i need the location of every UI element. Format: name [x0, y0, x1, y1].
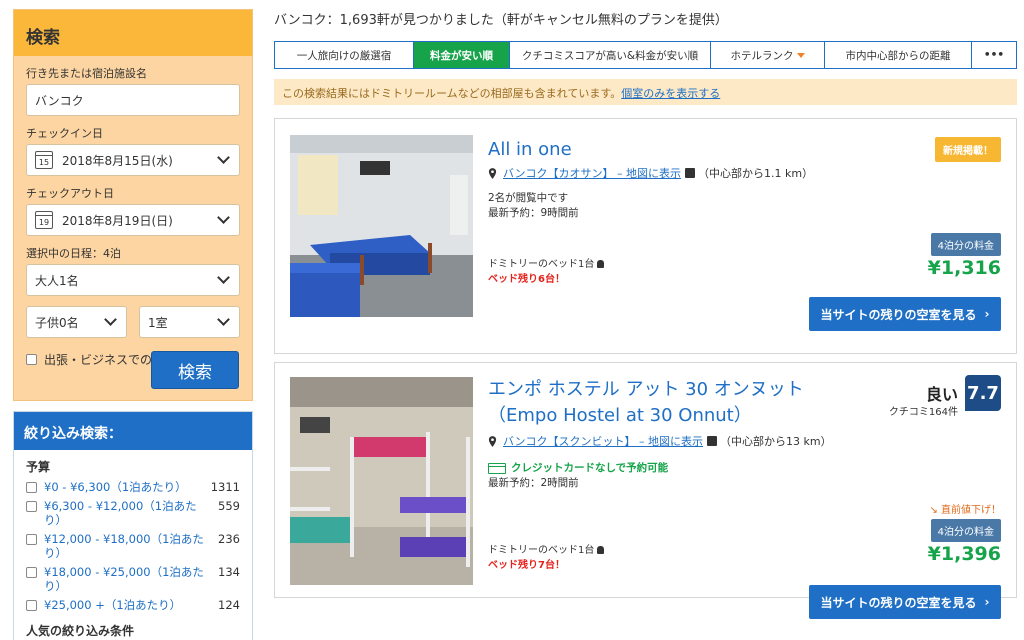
budget-heading: 予算: [26, 460, 51, 474]
tab-solo-travel[interactable]: 一人旅向けの厳選宿: [275, 42, 414, 68]
budget-option[interactable]: ¥18,000 - ¥25,000（1泊あたり） 134: [26, 565, 240, 593]
dropdown-triangle-icon: [796, 52, 805, 58]
hotel-card: エンポ ホステル アット 30 オンヌット（Empo Hostel at 30 …: [274, 362, 1017, 619]
rating-word: 良い: [925, 385, 958, 404]
price: ¥1,396: [927, 543, 1001, 565]
price-label: 4泊分の料金: [930, 519, 1001, 542]
see-rooms-button[interactable]: 当サイトの残りの空室を見る ›: [809, 297, 1001, 331]
destination-input[interactable]: バンコク: [26, 84, 240, 116]
business-checkbox[interactable]: [26, 354, 37, 365]
map-link[interactable]: バンコク【カオサン】 – 地図に表示: [503, 165, 681, 181]
budget-option[interactable]: ¥0 - ¥6,300（1泊あたり） 1311: [26, 480, 240, 494]
hotel-activity: クレジットカードなしで予約可能 最新予約：2時間前: [488, 462, 669, 489]
checkbox[interactable]: [26, 482, 37, 493]
hotel-activity: 2名が閲覧中です 最新予約：9時間前: [488, 192, 579, 219]
price: ¥1,316: [927, 257, 1001, 279]
rating-score-badge: 7.7: [965, 375, 1001, 411]
price-drop-badge: ↘ 直前値下げ！: [929, 505, 1001, 516]
checkout-select[interactable]: 19 2018年8月19日(日): [26, 204, 240, 236]
children-select[interactable]: 子供0名: [26, 306, 127, 338]
price-label: 4泊分の料金: [930, 233, 1001, 256]
tab-hotel-rank[interactable]: ホテルランク: [711, 42, 825, 68]
budget-option[interactable]: ¥6,300 - ¥12,000（1泊あたり） 559: [26, 499, 240, 527]
checkbox[interactable]: [26, 501, 37, 512]
credit-card-icon: [488, 463, 506, 474]
tab-distance[interactable]: 市内中心部からの距離: [825, 42, 972, 68]
more-tabs-button[interactable]: •••: [972, 42, 1016, 68]
nights-label: 選択中の日程：4泊: [26, 247, 121, 260]
person-icon: [597, 260, 605, 268]
hotel-card: All in one 新規掲載！ バンコク【カオサン】 – 地図に表示 （中心部…: [274, 118, 1017, 354]
tab-lowest-price[interactable]: 料金が安い順: [414, 42, 510, 68]
checkbox[interactable]: [26, 534, 37, 545]
person-icon: [597, 546, 605, 554]
dorm-notice: この検索結果にはドミトリールームなどの相部屋も含まれています。個室のみを表示する: [274, 79, 1017, 105]
private-rooms-link[interactable]: 個室のみを表示する: [621, 87, 720, 100]
see-rooms-button[interactable]: 当サイトの残りの空室を見る ›: [809, 585, 1001, 619]
search-panel-title: 検索: [14, 10, 252, 56]
chevron-right-icon: ›: [984, 307, 990, 321]
checkin-value: 2018年8月15日(水): [62, 153, 173, 168]
popular-filters-heading: 人気の絞り込み条件: [26, 624, 135, 638]
chevron-down-icon: [217, 314, 231, 328]
new-listing-badge: 新規掲載！: [935, 137, 1001, 162]
destination-label: 行き先または宿泊施設名: [26, 67, 147, 80]
search-button[interactable]: 検索: [151, 351, 239, 389]
location-pin-icon: [488, 435, 497, 447]
budget-option[interactable]: ¥12,000 - ¥18,000（1泊あたり） 236: [26, 532, 240, 560]
location-pin-icon: [488, 167, 497, 179]
hotel-location: バンコク【カオサン】 – 地図に表示 （中心部から1.1 km）: [488, 165, 813, 181]
sort-bar: 一人旅向けの厳選宿 料金が安い順 クチコミスコアが高い&料金が安い順 ホテルラン…: [274, 41, 1017, 69]
map-icon: [707, 436, 718, 446]
hotel-name-link[interactable]: エンポ ホステル アット 30 オンヌット（Empo Hostel at 30 …: [488, 377, 858, 429]
results-title: バンコク：1,693軒が見つかりました（軒がキャンセル無料のプランを提供）: [274, 13, 728, 28]
calendar-icon: 19: [35, 211, 53, 229]
bed-info: ドミトリーのベッド1台 ベッド残り6台！: [488, 257, 605, 287]
checkin-label: チェックイン日: [26, 127, 103, 140]
chevron-down-icon: [217, 152, 231, 166]
chevron-down-icon: [104, 314, 118, 328]
hotel-photo[interactable]: [290, 377, 473, 585]
filter-title: 絞り込み検索：: [14, 412, 252, 450]
checkout-value: 2018年8月19日(日): [62, 213, 173, 228]
checkin-select[interactable]: 15 2018年8月15日(水): [26, 144, 240, 176]
bed-info: ドミトリーのベッド1台 ベッド残り7台！: [488, 543, 605, 573]
filter-panel: 絞り込み検索： 予算 ¥0 - ¥6,300（1泊あたり） 1311 ¥6,30…: [13, 411, 253, 640]
hotel-photo[interactable]: [290, 135, 473, 317]
map-link[interactable]: バンコク【スクンビット】 – 地図に表示: [503, 433, 703, 449]
hotel-location: バンコク【スクンビット】 – 地図に表示 （中心部から13 km）: [488, 433, 832, 449]
hotel-name-link[interactable]: All in one: [488, 137, 572, 163]
map-icon: [685, 168, 696, 178]
rooms-select[interactable]: 1室: [139, 306, 240, 338]
chevron-down-icon: [217, 212, 231, 226]
chevron-right-icon: ›: [984, 595, 990, 609]
chevron-down-icon: [217, 272, 231, 286]
tab-review-and-price[interactable]: クチコミスコアが高い&料金が安い順: [510, 42, 711, 68]
checkbox[interactable]: [26, 567, 37, 578]
budget-option[interactable]: ¥25,000 +（1泊あたり） 124: [26, 598, 240, 612]
review-count[interactable]: クチコミ164件: [889, 403, 958, 418]
checkbox[interactable]: [26, 600, 37, 611]
search-panel: 検索 行き先または宿泊施設名 バンコク チェックイン日 15 2018年8月15…: [13, 9, 253, 401]
adults-select[interactable]: 大人1名: [26, 264, 240, 296]
checkout-label: チェックアウト日: [26, 187, 114, 200]
calendar-icon: 15: [35, 151, 53, 169]
